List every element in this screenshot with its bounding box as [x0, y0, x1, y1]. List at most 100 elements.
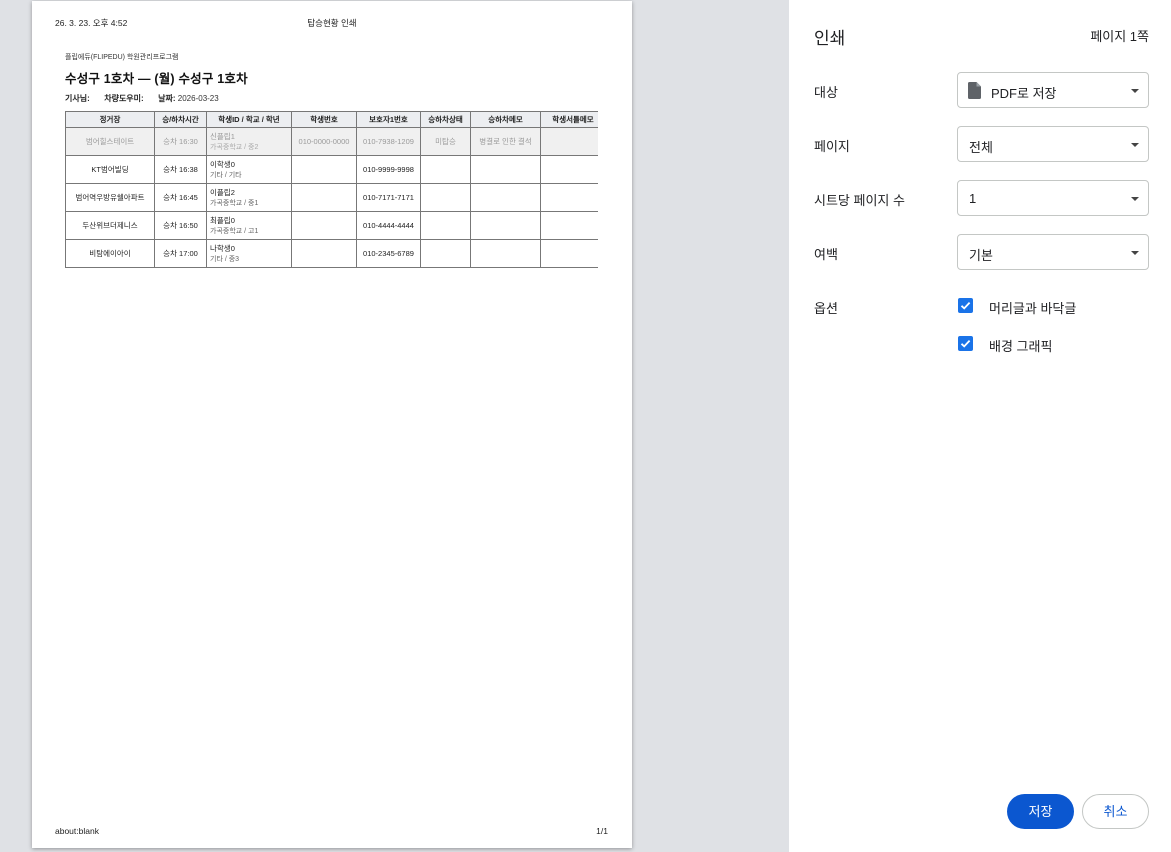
table-header-cell: 학생번호	[291, 111, 357, 128]
status-cell	[420, 239, 471, 268]
student-phone-cell	[291, 239, 357, 268]
student-id: 나학생0	[210, 244, 235, 253]
guardian-phone-cell: 010-4444-4444	[356, 211, 421, 240]
student-phone-cell	[291, 211, 357, 240]
cancel-button[interactable]: 취소	[1082, 794, 1149, 829]
time-cell: 승차 16:50	[154, 211, 207, 240]
save-button[interactable]: 저장	[1007, 794, 1074, 829]
guardian-phone-cell: 010-7171-7171	[356, 183, 421, 212]
time-cell: 승차 16:45	[154, 183, 207, 212]
student-school: 가곡중학교 / 중2	[210, 144, 259, 151]
destination-value: PDF로 저장	[991, 86, 1057, 101]
print-preview-area: 26. 3. 23. 오후 4:52 탑승현황 인쇄 플립에듀(FLIPEDU)…	[0, 0, 789, 852]
pages-label: 페이지	[814, 139, 850, 154]
table-row: 두산위브더제니스 승차 16:50 최플립0 가곡중학교 / 고1 010-44…	[65, 211, 598, 240]
table-row: KT범어빌딩 승차 16:38 이학생0 기타 / 기타 010-9999-99…	[65, 155, 598, 184]
student-cell: 최플립0 가곡중학교 / 고1	[206, 211, 292, 240]
driver-label: 기사님:	[65, 94, 90, 103]
memo-cell	[470, 239, 541, 268]
shuttle-note-cell	[540, 211, 598, 240]
table-header-cell: 승하차상태	[420, 111, 471, 128]
headers-footers-checkbox[interactable]	[958, 298, 973, 313]
student-cell: 이학생0 기타 / 기타	[206, 155, 292, 184]
background-graphics-checkbox[interactable]	[958, 336, 973, 351]
boarding-table-wrap: 정거장 승/하차시간 학생ID / 학교 / 학년 학생번호 보호자1번호 승하…	[65, 111, 598, 268]
route-title: 수성구 1호차 — (월) 수성구 1호차	[65, 72, 248, 86]
time-cell: 승차 17:00	[154, 239, 207, 268]
status-cell: 미탑승	[420, 127, 471, 156]
boarding-table: 정거장 승/하차시간 학생ID / 학교 / 학년 학생번호 보호자1번호 승하…	[65, 111, 598, 268]
table-header-cell: 정거장	[65, 111, 155, 128]
memo-cell: 병결로 인한 결석	[470, 127, 541, 156]
chevron-down-icon	[1131, 251, 1139, 255]
pages-per-sheet-label: 시트당 페이지 수	[814, 193, 905, 208]
student-id: 이플립2	[210, 188, 235, 197]
table-header-cell: 학생ID / 학교 / 학년	[206, 111, 292, 128]
chevron-down-icon	[1131, 143, 1139, 147]
stop-cell: 비탐에이아이	[65, 239, 155, 268]
student-school: 가곡중학교 / 중1	[210, 200, 259, 207]
document-icon	[968, 82, 981, 99]
table-row: 범어힐스테이트 승차 16:30 신플립1 가곡중학교 / 중2 010-000…	[65, 127, 598, 156]
shuttle-note-cell	[540, 127, 598, 156]
stop-cell: 범어역우방유쉘아파트	[65, 183, 155, 212]
page-footer-number: 1/1	[596, 826, 608, 836]
page-count: 페이지 1쪽	[1090, 29, 1149, 44]
page-header-title: 탑승현황 인쇄	[307, 18, 357, 28]
memo-cell	[470, 155, 541, 184]
headers-footers-label[interactable]: 머리글과 바닥글	[989, 298, 1076, 317]
guardian-phone-cell: 010-7938-1209	[356, 127, 421, 156]
status-cell	[420, 183, 471, 212]
student-id: 최플립0	[210, 216, 235, 225]
margins-value: 기본	[969, 248, 993, 263]
destination-label: 대상	[814, 85, 838, 100]
chevron-down-icon	[1131, 89, 1139, 93]
shuttle-note-cell	[540, 183, 598, 212]
pages-select[interactable]: 전체	[957, 126, 1149, 162]
shuttle-note-cell	[540, 239, 598, 268]
margins-label: 여백	[814, 247, 838, 262]
meta-line: 기사님: 차량도우미: 날짜: 2026-03-23	[65, 93, 598, 104]
checkmark-icon	[960, 339, 971, 348]
time-cell: 승차 16:30	[154, 127, 207, 156]
helper-label: 차량도우미:	[104, 94, 144, 103]
table-header-cell: 보호자1번호	[356, 111, 421, 128]
pages-per-sheet-select[interactable]: 1	[957, 180, 1149, 216]
options-label: 옵션	[814, 301, 838, 316]
status-cell	[420, 155, 471, 184]
background-graphics-label[interactable]: 배경 그래픽	[989, 336, 1052, 355]
table-header-row: 정거장 승/하차시간 학생ID / 학교 / 학년 학생번호 보호자1번호 승하…	[65, 111, 598, 128]
panel-title: 인쇄	[814, 29, 846, 48]
student-cell: 신플립1 가곡중학교 / 중2	[206, 127, 292, 156]
page-footer-url: about:blank	[55, 826, 99, 836]
date-value: 2026-03-23	[177, 94, 219, 103]
memo-cell	[470, 183, 541, 212]
student-cell: 이플립2 가곡중학교 / 중1	[206, 183, 292, 212]
student-phone-cell	[291, 183, 357, 212]
chevron-down-icon	[1131, 197, 1139, 201]
student-school: 기타 / 중3	[210, 256, 240, 263]
guardian-phone-cell: 010-9999-9998	[356, 155, 421, 184]
margins-select[interactable]: 기본	[957, 234, 1149, 270]
student-id: 신플립1	[210, 132, 235, 141]
time-cell: 승차 16:38	[154, 155, 207, 184]
student-school: 기타 / 기타	[210, 172, 242, 179]
date-label: 날짜:	[158, 94, 176, 103]
student-phone-cell	[291, 155, 357, 184]
stop-cell: 두산위브더제니스	[65, 211, 155, 240]
destination-select[interactable]: PDF로 저장	[957, 72, 1149, 108]
guardian-phone-cell: 010-2345-6789	[356, 239, 421, 268]
org-name: 플립에듀(FLIPEDU) 학원관리프로그램	[65, 54, 179, 61]
student-id: 이학생0	[210, 160, 235, 169]
table-header-cell: 승/하차시간	[154, 111, 207, 128]
pages-value: 전체	[969, 140, 993, 155]
preview-page: 26. 3. 23. 오후 4:52 탑승현황 인쇄 플립에듀(FLIPEDU)…	[32, 1, 632, 848]
checkmark-icon	[960, 301, 971, 310]
status-cell	[420, 211, 471, 240]
document-body: 플립에듀(FLIPEDU) 학원관리프로그램 수성구 1호차 — (월) 수성구…	[65, 52, 598, 268]
table-row: 비탐에이아이 승차 17:00 나학생0 기타 / 중3 010-2345-67…	[65, 239, 598, 268]
table-header-cell: 승하차메모	[470, 111, 541, 128]
print-settings-panel: 인쇄 페이지 1쪽 대상 PDF로 저장 페이지 전체 시트당 페이지 수 1 …	[789, 0, 1171, 852]
memo-cell	[470, 211, 541, 240]
student-cell: 나학생0 기타 / 중3	[206, 239, 292, 268]
